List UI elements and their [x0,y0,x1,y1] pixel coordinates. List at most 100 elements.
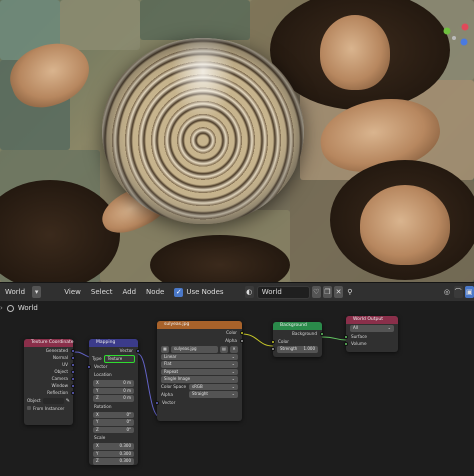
editor-type-icon[interactable]: ▾ [32,286,42,298]
breadcrumb-world: World [17,304,38,312]
type-dropdown[interactable]: Texture [103,355,135,363]
node-title[interactable]: Texture Coordinate [24,339,74,347]
unlink-icon[interactable]: ✕ [334,286,344,298]
node-mapping[interactable]: Mapping Vector Type Texture Vector Locat… [87,339,140,465]
output-row-color: Color [157,329,244,337]
world-icon[interactable]: ◐ [244,286,254,298]
menu-add[interactable]: Add [117,288,141,296]
eyedropper-icon[interactable]: ✎ [66,397,70,405]
rotation-y-field[interactable]: Y 0° [93,419,134,426]
node-world-output[interactable]: World Output All ⌄ Surface Volume [344,316,398,352]
socket-label: Color [226,330,237,335]
source-dropdown[interactable]: Single Image ⌄ [161,376,238,383]
strength-field[interactable]: Strength 1.000 [271,346,318,353]
image-name-field[interactable]: sulyeas.jpg [171,346,218,353]
node-title[interactable]: sulyeas.jpg [157,321,242,329]
scale-z-field[interactable]: Z 0.300 [93,458,134,465]
alpha-row: Alpha Straight ⌄ [161,391,238,398]
checkbox-icon[interactable]: ✓ [174,287,184,297]
extension-dropdown[interactable]: Repeat ⌄ [161,368,238,375]
breadcrumb: › World [0,304,38,312]
output-socket[interactable] [71,356,75,360]
hair-shape [0,180,120,282]
node-title[interactable]: World Output [346,316,398,324]
socket-label: Normal [52,355,68,360]
socket-label: Volume [351,340,367,346]
face-shape [360,185,450,265]
output-socket[interactable] [71,384,75,388]
world-type-label[interactable]: World [0,288,30,296]
projection-dropdown[interactable]: Flat ⌄ [161,361,238,368]
input-socket[interactable] [271,347,275,351]
alpha-label: Alpha [161,391,173,397]
input-socket[interactable] [155,400,159,405]
output-socket[interactable] [136,349,140,353]
3d-viewport[interactable] [0,0,474,282]
node-title[interactable]: Mapping [89,339,138,347]
output-socket[interactable] [71,370,75,374]
scale-y-field[interactable]: Y 0.300 [93,450,134,457]
rotation-z-field[interactable]: Z 0° [93,426,134,433]
type-row: Type Texture [89,355,138,363]
overlay-icon[interactable]: ◎ [442,286,451,298]
node-texture-coordinate[interactable]: Texture Coordinate Generated Normal UV O… [24,339,75,425]
object-row: Object ✎ [24,397,73,405]
from-instancer-row[interactable]: From Instancer [24,405,73,413]
input-row-volume: Volume [344,340,398,348]
output-socket[interactable] [71,391,75,395]
image-selector-row: ▦ sulyeas.jpg ▤ ✕ [161,346,238,353]
rotation-label: Rotation [94,403,112,409]
node-title[interactable]: Background [273,322,322,330]
node-background[interactable]: Background Background Color Strength 1.00… [271,322,324,357]
pin-icon[interactable]: ⚲ [345,286,354,298]
unlink-image-icon[interactable]: ✕ [230,346,238,353]
location-y-field[interactable]: Y0 m [93,387,134,394]
alpha-dropdown[interactable]: Straight ⌄ [189,391,238,398]
world-datablock-field[interactable]: World [256,285,310,299]
checkbox[interactable] [27,406,31,410]
backdrop-icon[interactable]: ▣ [464,286,474,298]
menu-view[interactable]: View [59,288,86,296]
snap-icon[interactable]: ⌒ [453,286,463,298]
bg-tile [140,0,250,40]
menu-select[interactable]: Select [86,288,118,296]
input-socket[interactable] [87,365,91,369]
scale-x-field[interactable]: X 0.300 [93,443,134,450]
use-nodes-toggle[interactable]: ✓ Use Nodes [169,287,228,297]
output-socket[interactable] [71,363,75,367]
output-row-vector: Vector [89,347,140,355]
output-socket[interactable] [71,349,75,353]
input-socket[interactable] [344,341,348,346]
node-image-texture[interactable]: sulyeas.jpg Color Alpha ▦ sulyeas.jpg ▤ … [155,321,244,421]
input-row-vector: Vector [87,363,138,371]
glass-sphere[interactable] [102,38,304,224]
socket-label: UV [62,362,68,367]
input-socket[interactable] [271,340,275,344]
fake-user-icon[interactable]: ♡ [311,286,321,298]
open-image-icon[interactable]: ▤ [220,346,228,353]
location-z-field[interactable]: Z0 m [93,395,134,402]
location-x-field[interactable]: X0 m [93,380,134,387]
object-field[interactable] [42,398,64,404]
object-label: Object [27,398,41,403]
output-socket[interactable] [71,377,75,381]
color-space-row: Color Space sRGB ⌄ [161,383,238,390]
color-space-dropdown[interactable]: sRGB ⌄ [189,383,238,390]
output-socket[interactable] [240,331,244,335]
output-socket[interactable] [320,332,324,336]
input-socket[interactable] [344,334,348,339]
world-icon [6,304,14,312]
duplicate-icon[interactable]: ❐ [322,286,333,298]
socket-label: Generated [45,348,68,353]
target-dropdown[interactable]: All ⌄ [350,325,394,332]
from-instancer-label: From Instancer [33,406,65,411]
socket-label: Surface [351,333,367,339]
output-socket[interactable] [240,339,244,343]
image-browse-icon[interactable]: ▦ [161,346,169,353]
interpolation-dropdown[interactable]: Linear ⌄ [161,353,238,360]
socket-label: Reflection [47,390,68,395]
rotation-x-field[interactable]: X 0° [93,411,134,418]
menu-node[interactable]: Node [141,288,169,296]
world-datablock-name: World [261,288,282,296]
navigation-gizmo[interactable] [440,22,470,52]
